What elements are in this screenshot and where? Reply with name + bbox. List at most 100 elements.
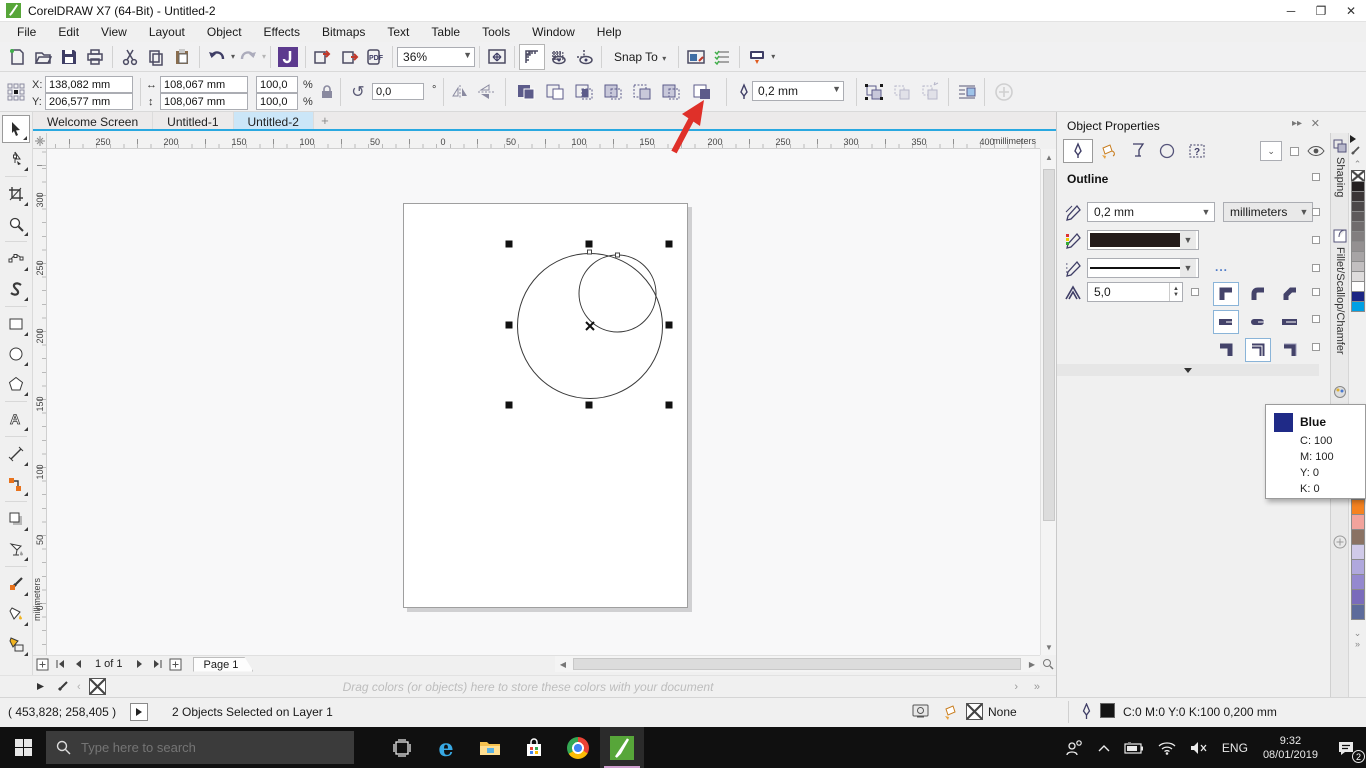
artistic-media-tool[interactable]: [2, 275, 30, 303]
smart-fill-tool[interactable]: [2, 630, 30, 658]
miter-option-box[interactable]: [1191, 288, 1199, 296]
style-option-box[interactable]: [1312, 264, 1320, 272]
fill-status-icon[interactable]: [942, 704, 960, 720]
outline-status-icon[interactable]: [1080, 703, 1093, 720]
palette-manager-icon[interactable]: [1333, 385, 1347, 399]
object-width-input[interactable]: [160, 76, 248, 93]
menu-item[interactable]: File: [6, 23, 47, 41]
new-tab-button[interactable]: +: [314, 112, 336, 129]
menu-item[interactable]: Text: [376, 23, 420, 41]
menu-item[interactable]: Help: [586, 23, 633, 41]
trim-icon[interactable]: [543, 80, 567, 104]
action-center-icon[interactable]: 2: [1326, 727, 1366, 768]
zoom-tool[interactable]: [2, 210, 30, 238]
color-swatch[interactable]: [1350, 559, 1365, 575]
add-property-icon[interactable]: [992, 80, 1016, 104]
tab-untitled-1[interactable]: Untitled-1: [153, 112, 234, 129]
redo-icon[interactable]: [235, 44, 261, 70]
weld-icon[interactable]: [514, 80, 538, 104]
people-icon[interactable]: [1059, 727, 1091, 768]
add-page-before-icon[interactable]: [33, 656, 51, 672]
menu-item[interactable]: Bitmaps: [311, 23, 376, 41]
circle-node[interactable]: [615, 252, 620, 258]
line-style-select[interactable]: ▼: [1087, 258, 1199, 278]
coreldraw-taskbar-icon[interactable]: [600, 727, 644, 768]
drawing-canvas[interactable]: [47, 149, 1040, 655]
cap-extended-button[interactable]: [1277, 310, 1303, 334]
menu-item[interactable]: Tools: [471, 23, 521, 41]
horizontal-scroll-thumb[interactable]: [573, 658, 1021, 670]
mirror-vertical-icon[interactable]: [474, 80, 498, 104]
palette-scroll-up-icon[interactable]: ⌃: [1349, 159, 1366, 170]
circle-node[interactable]: [587, 249, 592, 255]
intersect-icon[interactable]: [572, 80, 596, 104]
scroll-right-icon[interactable]: ▶: [1024, 656, 1040, 672]
scale-v-input[interactable]: [256, 93, 298, 110]
launcher-dropdown-icon[interactable]: ▾: [771, 52, 775, 61]
corner-round-button[interactable]: [1245, 282, 1271, 306]
fillet-docker-icon[interactable]: [1333, 229, 1347, 243]
ungroup-objects-icon[interactable]: [890, 80, 914, 104]
palette-more-icon[interactable]: »: [1034, 681, 1040, 693]
zoom-level-select[interactable]: 36% ▼: [397, 46, 476, 67]
line-style-more-button[interactable]: ...: [1215, 260, 1228, 274]
undo-icon[interactable]: [204, 44, 230, 70]
miter-limit-input[interactable]: 5,0 ▲ ▼: [1087, 282, 1183, 302]
horizontal-ruler[interactable]: 250 200 150 100 50 0 50 100 150 200 250 300 350 400 m…: [47, 133, 1040, 149]
page-1-tab[interactable]: Page 1: [192, 656, 254, 672]
cap-option-box[interactable]: [1312, 315, 1320, 323]
battery-icon[interactable]: [1117, 727, 1151, 768]
snap-to-button[interactable]: Snap To ▾: [606, 50, 674, 64]
full-screen-preview-icon[interactable]: [484, 44, 510, 70]
text-wrap-icon[interactable]: [955, 80, 979, 104]
color-proof-icon[interactable]: [912, 704, 929, 720]
eye-icon[interactable]: [1307, 145, 1325, 157]
horizontal-scrollbar[interactable]: ◀ ▶: [555, 655, 1040, 672]
color-eyedropper-tool[interactable]: [2, 570, 30, 598]
view-settings-icon[interactable]: [709, 44, 735, 70]
vertical-scroll-thumb[interactable]: [1043, 169, 1055, 521]
transparency-tab-icon[interactable]: [1123, 139, 1153, 163]
shape-tool[interactable]: [2, 145, 30, 173]
lock-toggle-checkbox[interactable]: [1290, 146, 1299, 156]
color-swatch[interactable]: [1350, 499, 1365, 515]
ellipse-tool[interactable]: [2, 340, 30, 368]
selection-center-mark[interactable]: [585, 321, 595, 331]
scroll-down-icon[interactable]: ▼: [1041, 639, 1057, 655]
menu-item[interactable]: Table: [420, 23, 471, 41]
y-position-input[interactable]: [45, 93, 133, 110]
start-button[interactable]: [0, 727, 46, 768]
cap-square-button[interactable]: [1213, 310, 1239, 334]
file-explorer-icon[interactable]: [468, 727, 512, 768]
tab-untitled-2[interactable]: Untitled-2: [233, 112, 314, 129]
position-centered-button[interactable]: [1245, 338, 1271, 362]
add-docker-icon[interactable]: [1333, 535, 1347, 549]
scroll-panel-icon[interactable]: ⌄: [1260, 141, 1283, 161]
position-outside-button[interactable]: [1213, 338, 1239, 362]
small-circle[interactable]: [578, 254, 657, 333]
corel-connect-icon[interactable]: [275, 44, 301, 70]
application-launcher-icon[interactable]: [744, 44, 770, 70]
menu-item[interactable]: Object: [196, 23, 253, 41]
miter-spinner[interactable]: ▲ ▼: [1169, 283, 1182, 301]
import-icon[interactable]: [310, 44, 336, 70]
drop-shadow-tool[interactable]: [2, 505, 30, 533]
close-button[interactable]: ✕: [1336, 0, 1366, 22]
open-icon[interactable]: [30, 44, 56, 70]
scroll-up-icon[interactable]: ▲: [1041, 149, 1057, 165]
redo-dropdown-icon[interactable]: ▾: [262, 52, 266, 61]
outline-color-select[interactable]: ▼: [1087, 230, 1199, 250]
simplify-icon[interactable]: [601, 80, 625, 104]
panel-expander[interactable]: [1057, 364, 1319, 376]
last-page-icon[interactable]: [149, 656, 167, 672]
zoom-tool-corner-icon[interactable]: [1040, 655, 1056, 672]
tab-welcome-screen[interactable]: Welcome Screen: [33, 112, 154, 129]
menu-item[interactable]: Effects: [253, 23, 311, 41]
color-swatch[interactable]: [1350, 544, 1365, 560]
outline-units-select[interactable]: millimeters ▼: [1223, 202, 1313, 222]
search-input[interactable]: [81, 740, 321, 755]
outline-tab-icon[interactable]: [1063, 139, 1093, 163]
x-position-input[interactable]: [45, 76, 133, 93]
add-page-after-icon[interactable]: [167, 656, 185, 672]
save-icon[interactable]: [56, 44, 82, 70]
